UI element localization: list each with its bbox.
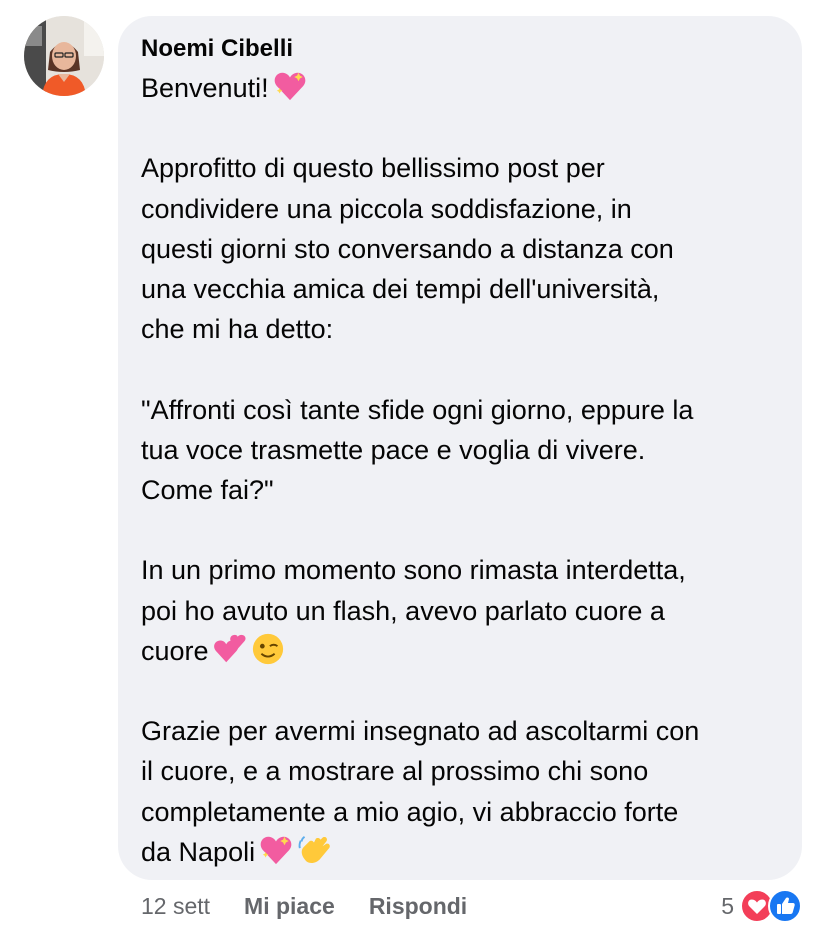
comment-body: Benvenuti! Approfitto di questo bellissi… [141, 68, 780, 872]
like-button[interactable]: Mi piace [244, 893, 335, 920]
paragraph-greeting: Benvenuti! [141, 68, 780, 108]
text-line: completamente a mio agio, vi abbraccio f… [141, 796, 679, 827]
sparkling-heart-emoji-icon [274, 72, 305, 101]
reply-button[interactable]: Rispondi [369, 893, 467, 920]
reaction-summary[interactable]: 5 [721, 888, 804, 924]
text-line: condividere una piccola soddisfazione, i… [141, 193, 632, 224]
avatar[interactable] [24, 16, 104, 96]
comment-thread: Noemi Cibelli Benvenuti! Approfitto di q… [0, 0, 828, 929]
text-line: poi ho avuto un flash, avevo parlato cuo… [141, 595, 665, 626]
text-line: il cuore, e a mostrare al prossimo chi s… [141, 756, 649, 787]
text-line: tua voce trasmette pace e voglia di vive… [141, 434, 646, 465]
text-line: Approfitto di questo bellissimo post per [141, 153, 605, 184]
text-line: questi giorni sto conversando a distanza… [141, 233, 674, 264]
like-reaction-icon [768, 889, 802, 923]
two-hearts-emoji-icon [213, 634, 246, 663]
text-line: cuore [141, 635, 209, 666]
paragraph-reaction: In un primo momento sono rimasta interde… [141, 550, 780, 671]
text-line: In un primo momento sono rimasta interde… [141, 555, 686, 586]
paragraph-thanks: Grazie per avermi insegnato ad ascoltarm… [141, 711, 780, 872]
reaction-icons [740, 889, 804, 923]
text-line: Grazie per avermi insegnato ad ascoltarm… [141, 716, 700, 747]
text-line: Come fai?" [141, 475, 274, 505]
reaction-count: 5 [721, 892, 734, 919]
comment-author[interactable]: Noemi Cibelli [141, 34, 780, 64]
comment-bubble: Noemi Cibelli Benvenuti! Approfitto di q… [118, 16, 802, 880]
text-line: "Affronti così tante sfide ogni giorno, … [141, 394, 694, 425]
sparkling-heart-emoji-icon [260, 836, 292, 864]
winking-face-emoji-icon [252, 633, 283, 664]
comment-actions: 12 sett Mi piace Rispondi [141, 888, 501, 924]
text-line: da Napoli [141, 836, 256, 867]
comment-timestamp[interactable]: 12 sett [141, 893, 210, 920]
text-line: una vecchia amica dei tempi dell'univers… [141, 274, 660, 304]
paragraph-quote: "Affronti così tante sfide ogni giorno, … [141, 390, 780, 511]
waving-hand-emoji-icon [298, 835, 330, 863]
text-line: che mi ha detto: [141, 314, 334, 345]
paragraph-intro: Approfitto di questo bellissimo post per… [141, 148, 780, 349]
text-line: Benvenuti! [141, 73, 269, 103]
